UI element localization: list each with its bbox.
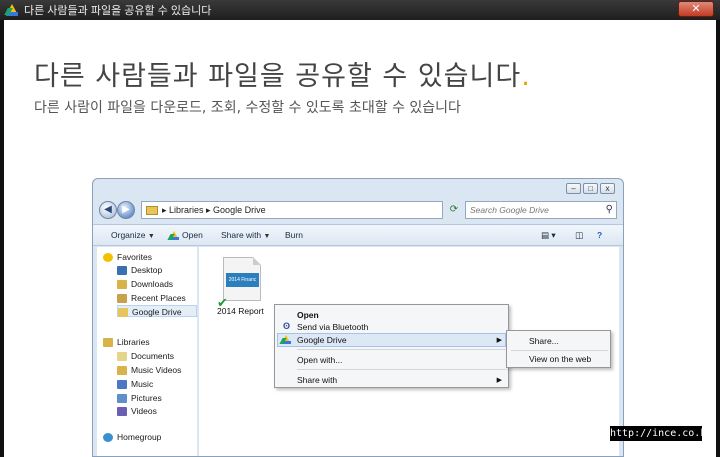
document-icon: 2014 Financ [223, 257, 261, 301]
navigation-pane: Favorites Desktop Downloads Recent Place… [97, 247, 197, 456]
back-arrow-icon: ◀ [99, 201, 117, 219]
refresh-icon: ⟳ [449, 204, 459, 215]
libraries-icon [103, 338, 113, 348]
file-label: 2014 Report [217, 306, 264, 316]
google-drive-icon [4, 4, 18, 16]
address-bar: ▸ Libraries ▸ Google Drive [141, 201, 443, 219]
maximize-icon: □ [583, 183, 598, 194]
submenu-view-on-web: View on the web [529, 354, 592, 364]
ctx-open: Open [297, 310, 319, 320]
organize-menu: Organize ▼ [111, 230, 155, 240]
menu-separator [297, 369, 506, 370]
nav-pictures: Pictures [117, 392, 162, 404]
star-icon [103, 253, 113, 263]
nav-google-drive: Google Drive [117, 305, 197, 318]
submenu-arrow-icon: ▶ [496, 337, 502, 344]
page-subline: 다른 사람이 파일을 다운로드, 조회, 수정할 수 있도록 초대할 수 있습니… [34, 100, 461, 116]
preview-pane-icon: ◫ [575, 230, 584, 240]
address-row: ◀ ▶ ▸ Libraries ▸ Google Drive ⟳ Search … [97, 200, 619, 222]
nav-pictures-label: Pictures [131, 393, 162, 403]
nav-homegroup: Homegroup [103, 431, 161, 443]
share-with-menu: Share with ▼ [221, 230, 270, 240]
nav-videos-label: Videos [131, 406, 157, 416]
open-label: Open [182, 230, 203, 240]
search-box: Search Google Drive ⚲ [465, 201, 617, 219]
chevron-down-icon: ▼ [263, 233, 271, 240]
google-drive-icon [279, 335, 291, 344]
close-icon: x [600, 183, 615, 194]
music-icon [117, 380, 127, 390]
documents-icon [117, 352, 127, 362]
organize-label: Organize [111, 230, 146, 240]
watermark: http://ince.co.kr [610, 426, 713, 441]
minimize-icon: – [566, 183, 581, 194]
google-drive-submenu: Share... View on the web [506, 330, 611, 368]
nav-google-drive-label: Google Drive [132, 307, 182, 317]
page-fold [253, 257, 261, 265]
search-icon: ⚲ [605, 204, 613, 215]
folder-icon [146, 206, 158, 216]
nav-favorites-label: Favorites [117, 252, 152, 262]
ctx-send-bluetooth: Send via Bluetooth [297, 322, 369, 332]
downloads-folder-icon [117, 280, 127, 290]
nav-documents-label: Documents [131, 351, 174, 361]
address-path: ▸ Libraries ▸ Google Drive [162, 205, 266, 215]
burn-button: Burn [285, 230, 303, 240]
nav-music-videos: Music Videos [117, 364, 181, 376]
nav-documents: Documents [117, 350, 174, 362]
ctx-open-with: Open with... [297, 355, 343, 365]
open-button: Open [167, 230, 203, 241]
desktop-icon [117, 266, 127, 276]
context-menu: Open ʘ Send via Bluetooth Google Drive ▶… [274, 304, 509, 388]
ctx-share-with: Share with [297, 375, 338, 385]
search-placeholder: Search Google Drive [470, 205, 549, 215]
nav-music-label: Music [131, 379, 154, 389]
menu-separator [297, 349, 506, 350]
nav-downloads-label: Downloads [131, 279, 174, 289]
chevron-down-icon: ▼ [147, 233, 155, 240]
help-icon: ? [597, 230, 603, 240]
headline-dot: . [521, 61, 531, 92]
recent-places-icon [117, 294, 127, 304]
headline-text: 다른 사람들과 파일을 공유할 수 있습니다 [34, 61, 522, 92]
nav-videos: Videos [117, 405, 157, 417]
nav-desktop-label: Desktop [131, 265, 163, 275]
share-with-label: Share with [221, 230, 262, 240]
page-headline: 다른 사람들과 파일을 공유할 수 있습니다. [34, 54, 531, 93]
explorer-window-buttons: – □ x [566, 183, 615, 194]
nav-homegroup-label: Homegroup [117, 432, 162, 442]
homegroup-icon [103, 433, 113, 443]
window-titlebar: 다른 사람들과 파일을 공유할 수 있습니다 ✕ [0, 0, 720, 20]
nav-downloads: Downloads [117, 278, 173, 290]
ctx-google-drive: Google Drive [297, 335, 347, 345]
nav-libraries: Libraries [103, 336, 150, 348]
explorer-toolbar: Organize ▼ Open Share with ▼ Burn ▤ ▾ ◫ … [93, 224, 623, 246]
nav-libraries-label: Libraries [117, 337, 150, 347]
submenu-share: Share... [529, 336, 559, 346]
nav-recent-places-label: Recent Places [131, 293, 186, 303]
submenu-arrow-icon: ▶ [496, 377, 502, 384]
pictures-icon [117, 394, 127, 404]
nav-desktop: Desktop [117, 264, 162, 276]
google-drive-icon [167, 231, 179, 241]
close-button[interactable]: ✕ [678, 1, 714, 17]
burn-label: Burn [285, 230, 303, 240]
nav-music: Music [117, 378, 153, 390]
nav-favorites: Favorites [103, 251, 152, 263]
videos-icon [117, 407, 127, 417]
file-thumb-text: 2014 Financ [226, 273, 259, 287]
nav-recent-places: Recent Places [117, 292, 186, 304]
view-options-icon: ▤ ▾ [541, 230, 556, 240]
google-drive-folder-icon [118, 308, 128, 318]
bluetooth-icon: ʘ [283, 321, 291, 331]
forward-arrow-icon: ▶ [117, 201, 135, 219]
music-videos-icon [117, 366, 127, 376]
nav-music-videos-label: Music Videos [131, 365, 182, 375]
menu-separator [511, 350, 608, 351]
window-title: 다른 사람들과 파일을 공유할 수 있습니다 [24, 5, 212, 17]
